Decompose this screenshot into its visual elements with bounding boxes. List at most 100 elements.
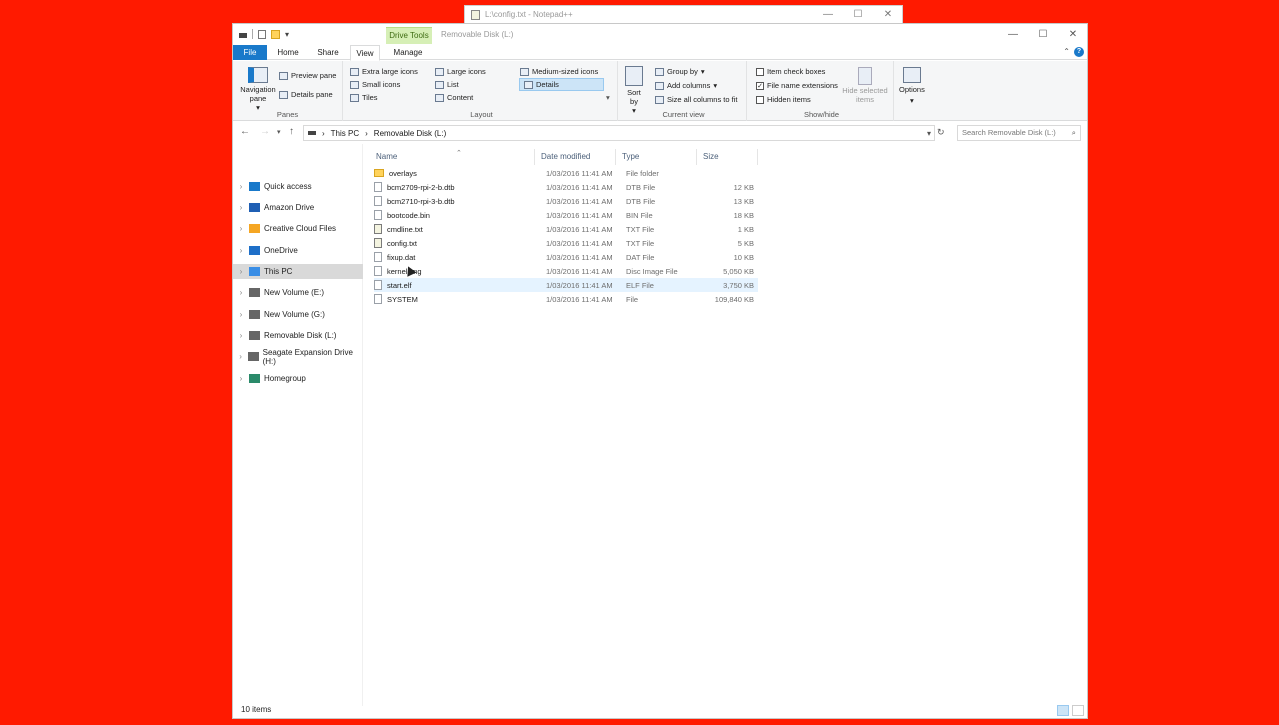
- tab-view[interactable]: View: [350, 45, 380, 61]
- nav-item[interactable]: › OneDrive: [233, 243, 363, 258]
- breadcrumb-removable-disk[interactable]: Removable Disk (L:): [374, 129, 446, 138]
- file-name-extensions-toggle[interactable]: ✓ File name extensions: [756, 81, 838, 90]
- list-label: List: [447, 80, 459, 89]
- file-row[interactable]: fixup.dat 1/03/2016 11:41 AM DAT File 10 KB: [374, 250, 758, 264]
- notepad-maximize-button[interactable]: ☐: [843, 8, 873, 22]
- file-row[interactable]: bootcode.bin 1/03/2016 11:41 AM BIN File 18…: [374, 208, 758, 222]
- options-button[interactable]: Options ▾: [899, 67, 925, 105]
- expand-arrow-icon[interactable]: ›: [233, 310, 249, 319]
- refresh-button[interactable]: ↻: [937, 127, 945, 138]
- file-size: 10 KB: [733, 252, 754, 262]
- qat-dropdown-icon[interactable]: ▾: [285, 30, 289, 39]
- nav-item[interactable]: › Amazon Drive: [233, 200, 363, 215]
- tab-file[interactable]: File: [233, 45, 267, 60]
- expand-arrow-icon[interactable]: ›: [233, 182, 249, 191]
- nav-item-label: Creative Cloud Files: [264, 224, 337, 233]
- layout-details[interactable]: Details: [519, 78, 604, 91]
- file-size: 12 KB: [733, 182, 754, 192]
- layout-large-icons[interactable]: Large icons: [435, 67, 486, 76]
- nav-item[interactable]: › Quick access: [233, 179, 363, 194]
- address-bar[interactable]: › This PC › Removable Disk (L:) ▾: [303, 125, 935, 141]
- file-row[interactable]: cmdline.txt 1/03/2016 11:41 AM TXT File 1 K…: [374, 222, 758, 236]
- sort-by-button[interactable]: Sort by ▾: [625, 66, 643, 115]
- nav-item[interactable]: › New Volume (G:): [233, 307, 363, 322]
- notepad-close-button[interactable]: ✕: [873, 8, 903, 22]
- forward-button[interactable]: →: [260, 126, 270, 137]
- recent-locations-button[interactable]: ▾: [277, 128, 281, 136]
- address-dropdown-icon[interactable]: ▾: [927, 129, 931, 138]
- file-row[interactable]: bcm2710-rpi-3-b.dtb 1/03/2016 11:41 AM DTB…: [374, 194, 758, 208]
- expand-arrow-icon[interactable]: ›: [233, 288, 249, 297]
- nav-item[interactable]: › This PC: [233, 264, 363, 279]
- title-bar: ▾ Drive Tools Removable Disk (L:) — ☐ ✕: [233, 24, 1087, 45]
- hidden-items-toggle[interactable]: Hidden items: [756, 95, 811, 104]
- maximize-button[interactable]: ☐: [1028, 27, 1058, 43]
- file-date: 1/03/2016 11:41 AM: [546, 224, 613, 234]
- layout-tiles[interactable]: Tiles: [350, 93, 378, 102]
- up-button[interactable]: ↑: [289, 126, 294, 137]
- tab-home[interactable]: Home: [273, 45, 303, 60]
- expand-arrow-icon[interactable]: ›: [233, 224, 249, 233]
- add-columns-button[interactable]: Add columns ▾: [655, 81, 717, 90]
- layout-medium-icons[interactable]: Medium-sized icons: [520, 67, 598, 76]
- details-pane-button[interactable]: Details pane: [279, 90, 333, 99]
- nav-item[interactable]: › Seagate Expansion Drive (H:): [233, 348, 363, 366]
- expand-arrow-icon[interactable]: ›: [233, 331, 249, 340]
- back-button[interactable]: ←: [240, 126, 250, 137]
- file-row[interactable]: start.elf 1/03/2016 11:41 AM ELF File 3,750…: [374, 278, 758, 292]
- expand-arrow-icon[interactable]: ›: [233, 352, 248, 361]
- file-icon: [374, 182, 382, 192]
- file-row[interactable]: config.txt 1/03/2016 11:41 AM TXT File 5 KB: [374, 236, 758, 250]
- hide-selected-items-button[interactable]: Hide selected items: [842, 67, 888, 104]
- hidden-items-checkbox[interactable]: [756, 95, 764, 104]
- column-date-modified[interactable]: Date modified: [536, 149, 616, 165]
- layout-content[interactable]: Content: [435, 93, 473, 102]
- layout-list[interactable]: List: [435, 80, 459, 89]
- file-row[interactable]: bcm2709-rpi-2-b.dtb 1/03/2016 11:41 AM DTB…: [374, 180, 758, 194]
- properties-icon[interactable]: [258, 29, 266, 39]
- size-all-columns-button[interactable]: Size all columns to fit: [655, 95, 737, 104]
- file-name: overlays: [389, 168, 417, 178]
- minimize-ribbon-icon[interactable]: ⌃: [1063, 47, 1070, 56]
- breadcrumb-this-pc[interactable]: This PC: [331, 129, 359, 138]
- large-icons-view-button[interactable]: [1072, 705, 1084, 716]
- file-row[interactable]: kernel.img 1/03/2016 11:41 AM Disc Image F…: [374, 264, 758, 278]
- drive-tools-tab[interactable]: Drive Tools: [386, 27, 432, 44]
- item-check-boxes-checkbox[interactable]: [756, 67, 764, 76]
- expand-arrow-icon[interactable]: ›: [233, 267, 249, 276]
- help-icon[interactable]: ?: [1074, 47, 1084, 57]
- nav-item[interactable]: › Creative Cloud Files: [233, 221, 363, 236]
- notepad-window[interactable]: L:\config.txt - Notepad++ — ☐ ✕: [464, 5, 903, 24]
- preview-pane-button[interactable]: Preview pane: [279, 71, 336, 80]
- tab-manage[interactable]: Manage: [388, 45, 428, 60]
- navigation-pane-button[interactable]: Navigation pane ▾: [238, 67, 278, 112]
- close-button[interactable]: ✕: [1058, 27, 1088, 43]
- expand-arrow-icon[interactable]: ›: [233, 374, 249, 383]
- new-folder-icon[interactable]: [271, 29, 280, 39]
- column-size[interactable]: Size: [698, 149, 758, 165]
- notepad-minimize-button[interactable]: —: [813, 8, 843, 22]
- nav-item[interactable]: › Homegroup: [233, 371, 363, 386]
- group-by-button[interactable]: Group by ▾: [655, 67, 705, 76]
- tab-share[interactable]: Share: [313, 45, 343, 60]
- minimize-button[interactable]: —: [998, 27, 1028, 43]
- expand-arrow-icon[interactable]: ›: [233, 246, 249, 255]
- file-name-extensions-checkbox[interactable]: ✓: [756, 81, 764, 90]
- layout-extra-large-icons[interactable]: Extra large icons: [350, 67, 418, 76]
- column-type[interactable]: Type: [617, 149, 697, 165]
- file-date: 1/03/2016 11:41 AM: [546, 266, 613, 276]
- file-row[interactable]: overlays 1/03/2016 11:41 AM File folder: [374, 166, 758, 180]
- search-input[interactable]: Search Removable Disk (L:) ⌕: [957, 125, 1081, 141]
- file-row[interactable]: SYSTEM 1/03/2016 11:41 AM File 109,840 KB: [374, 292, 758, 306]
- column-name[interactable]: Name ⌃: [364, 149, 535, 165]
- layout-expand-button[interactable]: ▾: [606, 93, 610, 102]
- details-view-button[interactable]: [1057, 705, 1069, 716]
- layout-group-label: Layout: [470, 110, 493, 119]
- expand-arrow-icon[interactable]: ›: [233, 203, 249, 212]
- text-file-icon: [374, 224, 382, 234]
- file-type: File: [626, 294, 639, 304]
- nav-item[interactable]: › Removable Disk (L:): [233, 328, 363, 343]
- layout-small-icons[interactable]: Small icons: [350, 80, 400, 89]
- item-check-boxes-toggle[interactable]: Item check boxes: [756, 67, 825, 76]
- nav-item[interactable]: › New Volume (E:): [233, 285, 363, 300]
